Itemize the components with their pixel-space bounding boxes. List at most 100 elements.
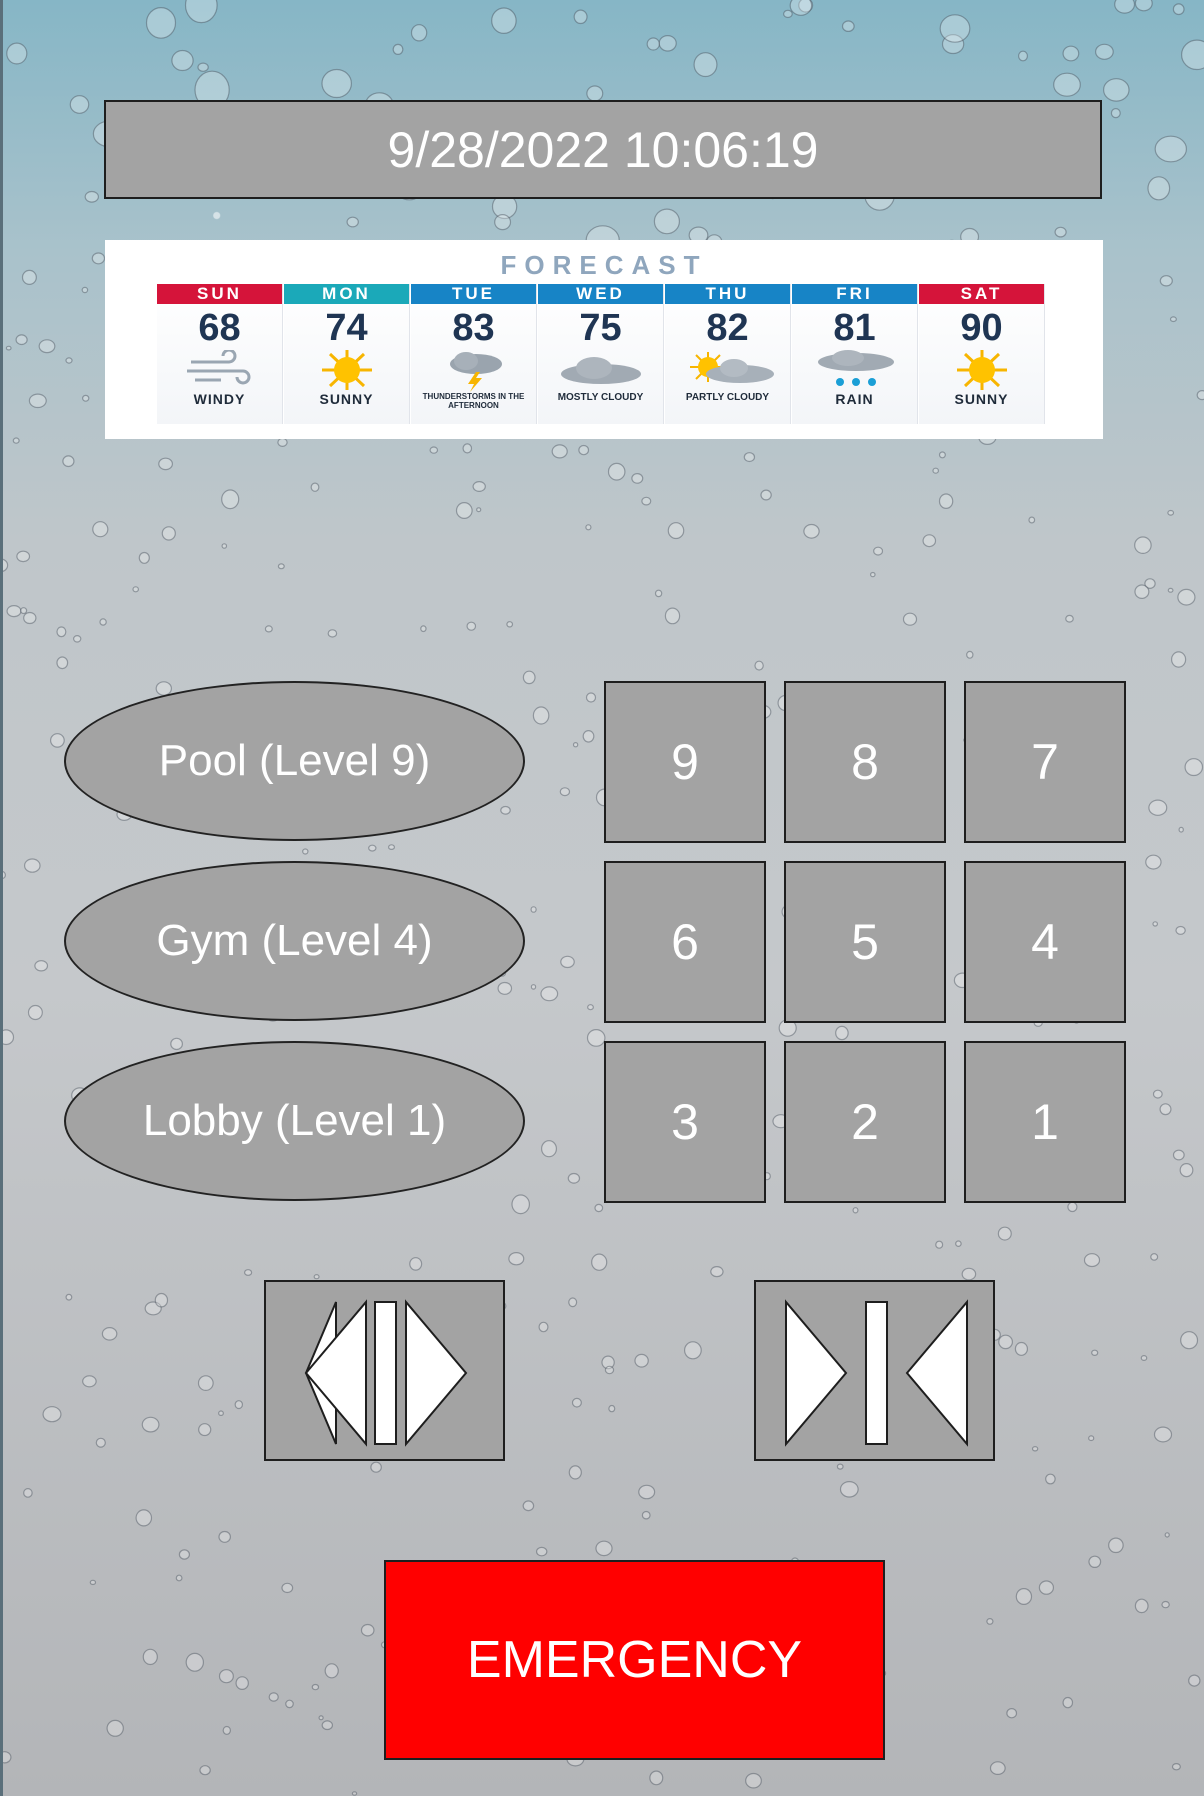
raindrop bbox=[462, 443, 473, 454]
emergency-button[interactable]: EMERGENCY bbox=[384, 1560, 885, 1760]
door-close-button[interactable] bbox=[754, 1280, 995, 1461]
forecast-day-label: THU bbox=[665, 284, 790, 304]
raindrop bbox=[1134, 0, 1153, 12]
door-open-button[interactable] bbox=[264, 1280, 505, 1461]
raindrop bbox=[6, 42, 28, 65]
raindrop bbox=[538, 1321, 549, 1333]
raindrop bbox=[922, 534, 937, 548]
raindrop bbox=[1038, 1580, 1055, 1595]
raindrop bbox=[101, 1327, 118, 1341]
raindrop bbox=[641, 1510, 651, 1520]
raindrop bbox=[318, 1715, 324, 1721]
floor-button-2[interactable]: 2 bbox=[784, 1041, 946, 1203]
raindrop bbox=[1134, 584, 1150, 599]
raindrop bbox=[572, 742, 579, 748]
raindrop bbox=[1179, 1162, 1194, 1178]
floor-button-6[interactable]: 6 bbox=[604, 861, 766, 1023]
forecast-day-label: TUE bbox=[411, 284, 536, 304]
raindrop bbox=[310, 482, 320, 492]
raindrop bbox=[1114, 0, 1136, 14]
raindrop bbox=[536, 1546, 548, 1557]
raindrop bbox=[551, 444, 568, 459]
cloud-icon bbox=[538, 348, 663, 392]
raindrop bbox=[1145, 854, 1162, 870]
raindrop bbox=[197, 1375, 214, 1391]
raindrop bbox=[1172, 3, 1185, 16]
raindrop bbox=[62, 455, 75, 468]
forecast-day-sun: SUN 68 WINDY bbox=[157, 284, 282, 424]
raindrop bbox=[81, 286, 89, 294]
datetime-display: 9/28/2022 10:06:19 bbox=[104, 100, 1102, 199]
forecast-temp: 83 bbox=[452, 307, 495, 349]
raindrop bbox=[902, 612, 918, 626]
raindrop bbox=[568, 1465, 582, 1480]
raindrop bbox=[586, 1028, 606, 1047]
raindrop bbox=[56, 626, 67, 638]
raindrop bbox=[586, 85, 604, 102]
raindrop bbox=[161, 526, 176, 541]
raindrop bbox=[939, 14, 971, 43]
raindrop bbox=[16, 550, 31, 563]
raindrop bbox=[1094, 43, 1114, 60]
raindrop bbox=[1014, 1341, 1029, 1356]
raindrop bbox=[932, 467, 940, 474]
raindrop bbox=[141, 1416, 160, 1433]
raindrop bbox=[72, 634, 82, 643]
raindrop bbox=[873, 546, 884, 556]
raindrop bbox=[567, 1172, 581, 1184]
raindrop bbox=[571, 1397, 582, 1408]
raindrop bbox=[1172, 1149, 1185, 1161]
raindrop bbox=[23, 858, 41, 873]
gym-level-button[interactable]: Gym (Level 4) bbox=[64, 861, 525, 1021]
raindrop bbox=[145, 6, 177, 39]
raindrop bbox=[281, 1582, 294, 1594]
door-open-icon bbox=[304, 1299, 468, 1447]
raindrop bbox=[1196, 390, 1204, 401]
raindrop bbox=[1134, 1598, 1149, 1614]
raindrop bbox=[941, 34, 965, 55]
raindrop bbox=[42, 1406, 62, 1423]
floor-button-1[interactable]: 1 bbox=[964, 1041, 1126, 1203]
lobby-level-button[interactable]: Lobby (Level 1) bbox=[64, 1041, 525, 1201]
raindrop bbox=[218, 1669, 234, 1684]
raindrop bbox=[1171, 1762, 1181, 1771]
raindrop bbox=[351, 1791, 358, 1796]
raindrop bbox=[511, 1194, 530, 1215]
raindrop bbox=[540, 986, 559, 1002]
floor-button-3[interactable]: 3 bbox=[604, 1041, 766, 1203]
raindrop bbox=[1184, 758, 1204, 777]
raindrop bbox=[1181, 39, 1204, 71]
forecast-day-label: SUN bbox=[157, 284, 282, 304]
raindrop bbox=[65, 357, 73, 364]
floor-button-8[interactable]: 8 bbox=[784, 681, 946, 843]
raindrop bbox=[573, 9, 588, 25]
raindrop bbox=[285, 1699, 294, 1709]
raindrop bbox=[268, 1692, 279, 1702]
raindrop bbox=[1167, 587, 1174, 593]
pool-level-button[interactable]: Pool (Level 9) bbox=[64, 681, 525, 841]
raindrop bbox=[277, 563, 285, 570]
raindrop bbox=[20, 607, 28, 615]
forecast-day-mon: MON 74 SUNNY bbox=[284, 284, 409, 424]
floor-button-9[interactable]: 9 bbox=[604, 681, 766, 843]
forecast-day-label: FRI bbox=[792, 284, 917, 304]
raindrop bbox=[56, 656, 69, 670]
raindrop bbox=[667, 522, 685, 540]
raindrop bbox=[92, 521, 109, 538]
raindrop bbox=[1161, 1600, 1170, 1609]
raindrop bbox=[578, 444, 590, 456]
raindrop bbox=[132, 586, 140, 593]
raindrop bbox=[938, 493, 954, 509]
raindrop bbox=[530, 984, 537, 990]
floor-button-5[interactable]: 5 bbox=[784, 861, 946, 1023]
raindrop bbox=[135, 1509, 153, 1527]
partly-cloudy-icon bbox=[665, 348, 790, 392]
floor-button-4[interactable]: 4 bbox=[964, 861, 1126, 1023]
raindrop bbox=[218, 1410, 224, 1417]
floor-button-7[interactable]: 7 bbox=[964, 681, 1126, 843]
raindrop bbox=[658, 34, 677, 52]
raindrop bbox=[23, 611, 37, 625]
raindrop bbox=[1152, 1089, 1163, 1099]
raindrop bbox=[455, 502, 473, 520]
raindrop bbox=[585, 524, 592, 531]
